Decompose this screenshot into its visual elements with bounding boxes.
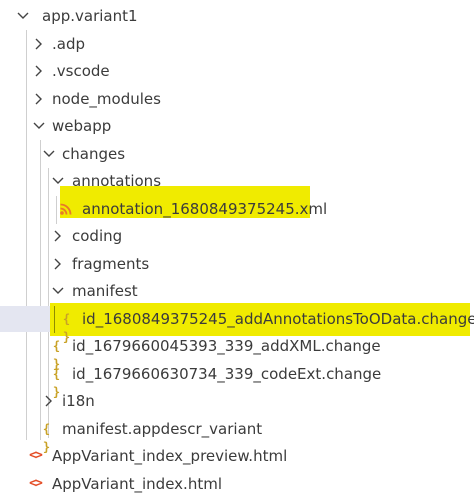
tree-folder-annotations[interactable]: annotations — [0, 168, 474, 194]
tree-file-appvariant-index-preview-html[interactable]: <> AppVariant_index_preview.html — [0, 443, 474, 469]
tree-file-add-xml-change[interactable]: { } id_1679660045393_339_addXML.change — [0, 333, 474, 371]
tree-item-label: id_1679660045393_339_addXML.change — [72, 337, 381, 355]
tree-folder-node-modules[interactable]: node_modules — [0, 86, 474, 112]
tree-folder-webapp[interactable]: webapp — [0, 113, 474, 139]
html-code-icon: <> — [29, 448, 43, 463]
tree-folder-coding[interactable]: coding — [0, 223, 474, 249]
tree-item-label: manifest.appdescr_variant — [62, 420, 263, 438]
chevron-down-icon — [32, 118, 46, 134]
chevron-down-icon — [51, 283, 65, 299]
html-code-icon: <> — [29, 476, 43, 491]
tree-item-label: .vscode — [52, 62, 110, 80]
chevron-down-icon — [42, 146, 56, 162]
tree-item-label: node_modules — [52, 90, 161, 108]
chevron-right-icon — [51, 256, 65, 272]
json-braces-icon: { } — [42, 422, 50, 454]
tree-item-label: manifest — [72, 282, 138, 300]
tree-file-annotation-xml[interactable]: annotation_1680849375245.xml — [0, 196, 474, 222]
tree-item-label: changes — [62, 145, 126, 163]
tree-folder-adp[interactable]: .adp — [0, 31, 474, 57]
rss-icon — [59, 200, 77, 218]
chevron-right-icon — [32, 36, 46, 52]
tree-folder-manifest[interactable]: manifest — [0, 278, 474, 304]
tree-item-label: id_1680849375245_addAnnotationsToOData.c… — [82, 310, 474, 328]
tree-file-add-annotations-change-content[interactable]: { } id_1680849375245_addAnnotationsToODa… — [0, 306, 474, 344]
chevron-right-icon — [32, 91, 46, 107]
chevron-down-icon — [51, 173, 65, 189]
tree-folder-fragments[interactable]: fragments — [0, 251, 474, 277]
file-explorer-tree: app.variant1 .adp .vscode node_modules w… — [0, 0, 474, 493]
tree-item-label: webapp — [52, 117, 112, 135]
chevron-right-icon — [42, 393, 56, 409]
tree-folder-app-variant1[interactable]: app.variant1 — [0, 3, 474, 29]
tree-file-code-ext-change[interactable]: { } id_1679660630734_339_codeExt.change — [0, 361, 474, 399]
tree-file-manifest-appdescr-variant[interactable]: { } manifest.appdescr_variant — [0, 416, 474, 454]
tree-item-label: id_1679660630734_339_codeExt.change — [72, 365, 382, 383]
json-braces-icon: { } — [52, 339, 60, 371]
tree-folder-i18n[interactable]: i18n — [0, 388, 474, 414]
tree-item-label: coding — [72, 227, 123, 245]
chevron-down-icon — [16, 8, 30, 24]
chevron-right-icon — [51, 228, 65, 244]
chevron-right-icon — [32, 63, 46, 79]
json-braces-icon: { } — [52, 367, 60, 399]
tree-folder-vscode[interactable]: .vscode — [0, 58, 474, 84]
tree-folder-changes[interactable]: changes — [0, 141, 474, 167]
tree-file-appvariant-index-html[interactable]: <> AppVariant_index.html — [0, 471, 474, 497]
tree-item-label: AppVariant_index.html — [52, 475, 222, 493]
tree-item-label: annotations — [72, 172, 162, 190]
tree-item-label: AppVariant_index_preview.html — [52, 447, 288, 465]
tree-item-label: i18n — [62, 392, 95, 410]
json-braces-icon: { } — [62, 312, 70, 344]
tree-item-label: annotation_1680849375245.xml — [82, 200, 328, 218]
tree-item-label: fragments — [72, 255, 150, 273]
tree-item-label: app.variant1 — [42, 7, 138, 25]
tree-item-label: .adp — [52, 35, 86, 53]
